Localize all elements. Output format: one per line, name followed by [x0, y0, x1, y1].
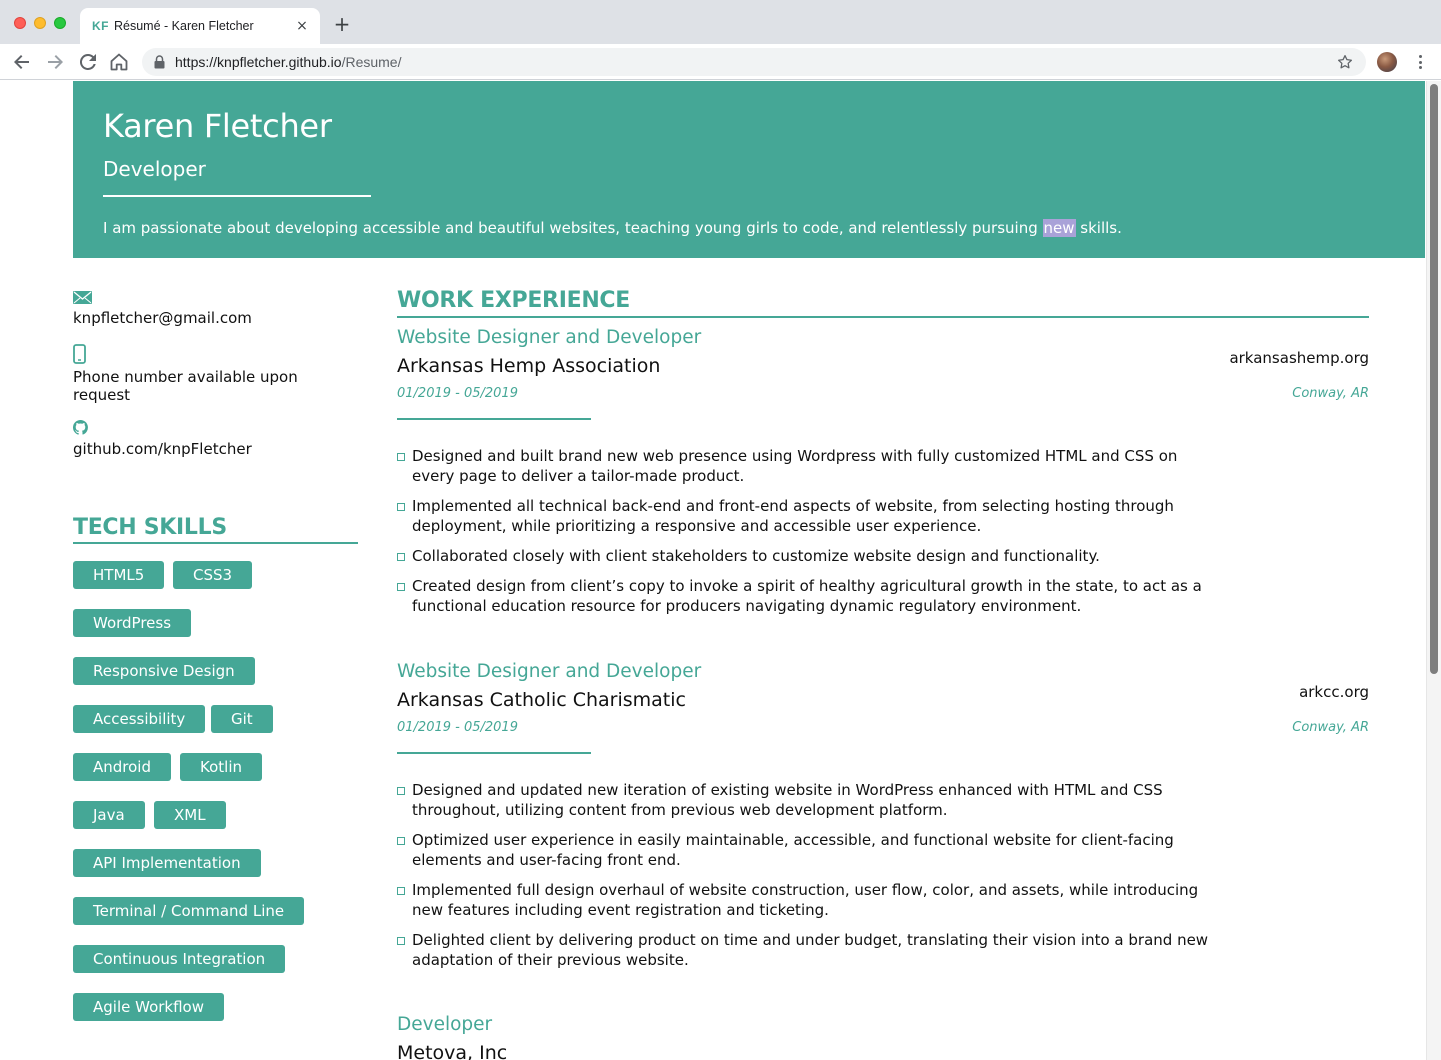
lock-icon — [154, 55, 168, 69]
forward-button[interactable] — [43, 50, 67, 74]
list-item: Created design from client’s copy to inv… — [397, 576, 1217, 616]
list-item: Designed and built brand new web presenc… — [397, 446, 1217, 486]
skill-badge: Git — [211, 705, 273, 733]
page-title: Karen Fletcher — [103, 107, 332, 145]
resume-header: Karen Fletcher Developer I am passionate… — [73, 81, 1425, 258]
home-icon — [110, 53, 128, 71]
url-scheme: https:// — [175, 54, 218, 70]
list-item: Optimized user experience in easily main… — [397, 830, 1217, 870]
new-tab-button[interactable]: + — [331, 13, 353, 35]
job-entry: Website Designer and Developer Arkansas … — [397, 661, 1369, 981]
browser-tab-bar: KF Résumé - Karen Fletcher × + — [0, 0, 1441, 44]
url-text[interactable]: https://knpfletcher.github.io/Resume/ — [175, 54, 401, 70]
job-location: Conway, AR — [1292, 720, 1369, 735]
skill-badge: Terminal / Command Line — [73, 897, 305, 925]
star-icon[interactable] — [1336, 53, 1354, 71]
contact-email: knpfletcher@gmail.com — [73, 291, 252, 327]
job-dates: 01/2019 - 05/2019 — [397, 386, 518, 401]
email-link[interactable]: knpfletcher@gmail.com — [73, 309, 252, 327]
job-divider — [397, 418, 591, 420]
tab-title: Résumé - Karen Fletcher — [114, 19, 254, 33]
reload-icon — [80, 54, 96, 70]
job-title: Developer — [397, 1014, 493, 1035]
list-item: Implemented full design overhaul of webs… — [397, 880, 1217, 920]
job-entry: Developer Metova, Inc — [397, 1014, 1369, 1060]
github-link[interactable]: github.com/knpFletcher — [73, 440, 252, 458]
job-title: Website Designer and Developer — [397, 327, 702, 348]
job-dates: 01/2019 - 05/2019 — [397, 720, 518, 735]
job-organization: Arkansas Catholic Charismatic — [397, 689, 686, 711]
job-website-link[interactable]: arkcc.org — [1299, 683, 1369, 701]
job-bullet-list: Designed and updated new iteration of ex… — [397, 780, 1217, 980]
mobile-phone-icon — [73, 344, 86, 364]
skill-badge: Android — [73, 753, 171, 781]
vertical-scrollbar[interactable] — [1426, 81, 1441, 1060]
skill-badge: API Implementation — [73, 849, 261, 877]
job-role: Developer — [103, 157, 206, 181]
job-title: Website Designer and Developer — [397, 661, 702, 682]
bio-highlight: new — [1042, 219, 1076, 237]
skill-badge: CSS3 — [173, 561, 253, 589]
skill-badge: Agile Workflow — [73, 993, 224, 1021]
home-button[interactable] — [107, 50, 131, 74]
phone-text: Phone number available upon request — [73, 368, 298, 404]
job-organization: Metova, Inc — [397, 1042, 508, 1060]
job-website-link[interactable]: arkansashemp.org — [1229, 349, 1369, 367]
back-arrow-icon — [14, 55, 29, 69]
window-close-button[interactable] — [14, 17, 26, 29]
contact-phone: Phone number available upon request — [73, 344, 323, 404]
work-experience-heading: WORK EXPERIENCE — [397, 288, 630, 313]
job-organization: Arkansas Hemp Association — [397, 355, 661, 377]
job-divider — [397, 752, 591, 754]
skill-badge: WordPress — [73, 609, 192, 637]
list-item: Implemented all technical back-end and f… — [397, 496, 1217, 536]
tech-skills-heading: TECH SKILLS — [73, 515, 227, 540]
list-item: Designed and updated new iteration of ex… — [397, 780, 1217, 820]
back-button[interactable] — [10, 50, 34, 74]
url-path: /Resume/ — [341, 54, 402, 70]
tab-favicon-icon: KF — [92, 19, 109, 33]
contact-github: github.com/knpFletcher — [73, 420, 252, 458]
skill-badge: Kotlin — [180, 753, 262, 781]
skill-badge: Continuous Integration — [73, 945, 286, 973]
skill-badge: HTML5 — [73, 561, 165, 589]
job-bullet-list: Designed and built brand new web presenc… — [397, 446, 1217, 626]
skill-badge: Responsive Design — [73, 657, 255, 685]
job-entry: Website Designer and Developer Arkansas … — [397, 327, 1369, 647]
skill-badge: XML — [154, 801, 226, 829]
kebab-menu-icon[interactable] — [1412, 52, 1428, 72]
job-location: Conway, AR — [1292, 386, 1369, 401]
header-divider — [103, 195, 371, 197]
list-item: Delighted client by delivering product o… — [397, 930, 1217, 970]
bio-text: I am passionate about developing accessi… — [103, 219, 1122, 237]
skill-badge: Accessibility — [73, 705, 206, 733]
window-zoom-button[interactable] — [54, 17, 66, 29]
bio-text-start: I am passionate about developing accessi… — [103, 219, 1043, 237]
browser-toolbar: https://knpfletcher.github.io/Resume/ — [0, 44, 1441, 80]
address-bar[interactable]: https://knpfletcher.github.io/Resume/ — [142, 48, 1366, 76]
bio-text-end: skills. — [1075, 219, 1122, 237]
browser-tab[interactable]: KF Résumé - Karen Fletcher × — [80, 8, 320, 44]
window-minimize-button[interactable] — [34, 17, 46, 29]
reload-button[interactable] — [76, 50, 100, 74]
envelope-icon — [73, 291, 92, 304]
avatar[interactable] — [1377, 52, 1397, 72]
url-host: knpfletcher.github.io — [217, 54, 342, 70]
skill-badge: Java — [73, 801, 145, 829]
page-viewport: Karen Fletcher Developer I am passionate… — [0, 81, 1441, 1060]
forward-arrow-icon — [48, 55, 63, 69]
work-experience-divider — [397, 316, 1369, 318]
tab-close-icon[interactable]: × — [294, 18, 310, 34]
scrollbar-thumb[interactable] — [1430, 84, 1438, 674]
tech-skills-divider — [73, 542, 358, 544]
github-icon — [73, 420, 88, 435]
list-item: Collaborated closely with client stakeho… — [397, 546, 1217, 566]
